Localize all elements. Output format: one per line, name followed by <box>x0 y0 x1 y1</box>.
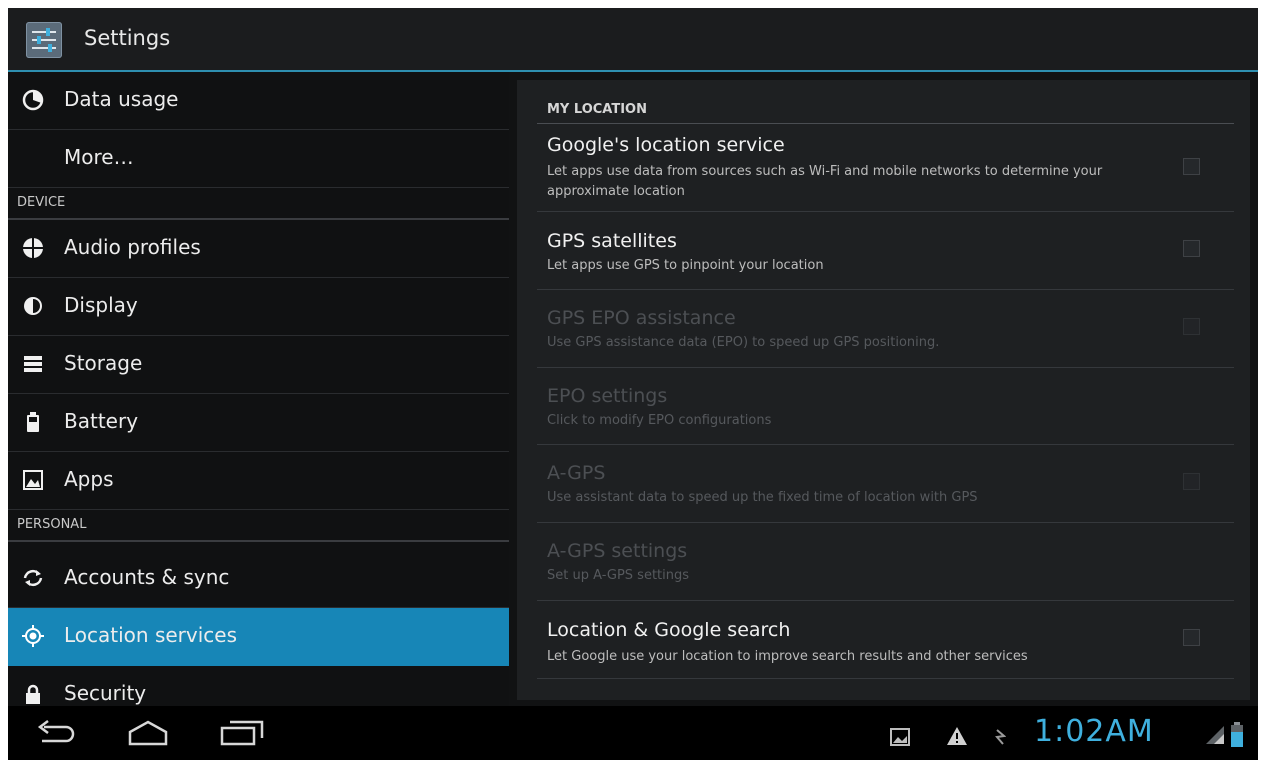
data-usage-icon <box>22 89 44 111</box>
pref-title: Location & Google search <box>547 619 791 641</box>
pref-epo-settings[interactable]: EPO settings Click to modify EPO configu… <box>537 368 1234 445</box>
location-settings-panel: MY LOCATION Google's location service Le… <box>517 80 1250 700</box>
signal-icon <box>1206 726 1224 744</box>
page-title: Settings <box>84 26 171 50</box>
settings-item-data-usage[interactable]: Data usage <box>8 72 509 130</box>
settings-item-audio-profiles[interactable]: Audio profiles <box>8 220 509 278</box>
pref-title: EPO settings <box>547 385 668 407</box>
pref-summary: Let Google use your location to improve … <box>547 649 1028 664</box>
pref-a-gps-settings[interactable]: A-GPS settings Set up A-GPS settings <box>537 523 1234 601</box>
back-button[interactable] <box>34 718 78 748</box>
home-button[interactable] <box>124 718 172 748</box>
settings-item-battery[interactable]: Battery <box>8 394 509 452</box>
pref-title: GPS satellites <box>547 230 677 252</box>
settings-item-label: More… <box>64 145 134 169</box>
pref-title: A-GPS <box>547 462 606 484</box>
settings-item-label: Audio profiles <box>64 235 201 259</box>
pref-checkbox[interactable] <box>1183 473 1200 490</box>
pref-summary: Use assistant data to speed up the fixed… <box>547 490 978 505</box>
pref-title: A-GPS settings <box>547 540 688 562</box>
pref-checkbox[interactable] <box>1183 318 1200 335</box>
settings-app-icon[interactable] <box>26 22 62 58</box>
pref-title: Google's location service <box>547 134 785 156</box>
warning-notification-icon[interactable] <box>946 726 968 746</box>
pref-checkbox[interactable] <box>1183 629 1200 646</box>
system-bar: 1:02AM <box>8 706 1258 760</box>
category-label: MY LOCATION <box>547 102 647 117</box>
recent-apps-button[interactable] <box>216 718 266 748</box>
section-header-device: DEVICE <box>8 188 509 220</box>
settings-item-label: Accounts & sync <box>64 565 230 589</box>
apps-icon <box>23 470 43 490</box>
settings-item-label: Security <box>64 681 147 705</box>
usb-debug-icon[interactable] <box>994 728 1006 746</box>
pref-title: GPS EPO assistance <box>547 307 736 329</box>
category-my-location: MY LOCATION <box>537 90 1234 124</box>
settings-item-label: Battery <box>64 409 139 433</box>
settings-headers-list[interactable]: Data usage More… DEVICE Audio profiles D… <box>8 72 509 706</box>
action-bar: Settings <box>8 8 1258 72</box>
pref-summary: Click to modify EPO configurations <box>547 413 772 428</box>
pref-location-google-search[interactable]: Location & Google search Let Google use … <box>537 601 1234 679</box>
settings-item-label: Apps <box>64 467 114 491</box>
settings-item-label: Storage <box>64 351 143 375</box>
display-icon <box>24 297 42 315</box>
pref-summary: Set up A-GPS settings <box>547 568 690 583</box>
audio-profiles-icon <box>22 237 44 259</box>
pref-checkbox[interactable] <box>1183 158 1200 175</box>
pref-gps-satellites[interactable]: GPS satellites Let apps use GPS to pinpo… <box>537 212 1234 290</box>
pref-summary: Let apps use GPS to pinpoint your locati… <box>547 258 824 273</box>
android-screen: Settings Data usage More… DEVICE Audio p… <box>8 8 1258 760</box>
settings-item-more[interactable]: More… <box>8 130 509 188</box>
settings-item-accounts-sync[interactable]: Accounts & sync <box>8 550 509 608</box>
status-clock: 1:02AM <box>1034 714 1154 749</box>
pref-checkbox[interactable] <box>1183 240 1200 257</box>
screenshot-notification-icon[interactable] <box>890 728 910 746</box>
location-icon <box>22 625 44 647</box>
section-header-personal: PERSONAL <box>8 510 509 542</box>
section-header-label: PERSONAL <box>17 517 87 532</box>
settings-item-label: Display <box>64 293 138 317</box>
pref-summary: Let apps use data from sources such as W… <box>547 164 1103 199</box>
pref-google-location-service[interactable]: Google's location service Let apps use d… <box>537 124 1234 212</box>
pref-gps-epo-assistance[interactable]: GPS EPO assistance Use GPS assistance da… <box>537 290 1234 368</box>
battery-status-icon <box>1231 722 1243 747</box>
battery-icon <box>27 412 39 432</box>
lock-icon <box>26 684 40 704</box>
settings-item-label: Location services <box>64 623 238 647</box>
settings-item-display[interactable]: Display <box>8 278 509 336</box>
settings-item-storage[interactable]: Storage <box>8 336 509 394</box>
settings-item-location-services[interactable]: Location services <box>8 608 509 666</box>
pref-a-gps[interactable]: A-GPS Use assistant data to speed up the… <box>537 445 1234 523</box>
settings-item-apps[interactable]: Apps <box>8 452 509 510</box>
storage-icon <box>24 356 42 372</box>
pref-summary: Use GPS assistance data (EPO) to speed u… <box>547 335 940 350</box>
section-header-label: DEVICE <box>17 195 66 210</box>
sync-icon <box>23 569 43 587</box>
settings-item-label: Data usage <box>64 87 179 111</box>
